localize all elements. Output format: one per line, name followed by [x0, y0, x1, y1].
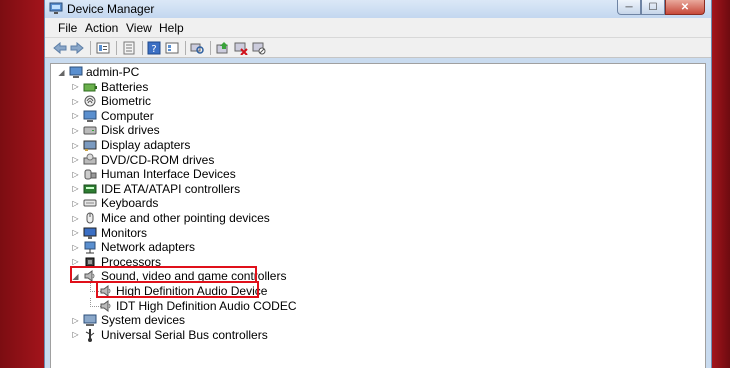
tree-item-label: System devices [101, 313, 186, 328]
tree-root[interactable]: ◢ admin-PC [51, 65, 705, 79]
disk-drive-icon [83, 126, 97, 135]
dvd-drive-icon [83, 153, 97, 165]
expand-arrow-icon[interactable]: ▷ [71, 111, 80, 121]
disable-icon[interactable] [251, 40, 267, 56]
mouse-icon [86, 212, 94, 224]
menu-action[interactable]: Action [85, 21, 118, 35]
expand-arrow-icon[interactable]: ▷ [71, 213, 80, 223]
network-adapter-icon [84, 241, 96, 254]
expand-arrow-icon[interactable]: ▷ [71, 242, 80, 252]
background-left [0, 0, 44, 368]
device-manager-window: Device Manager ─ ☐ ✕ File Action View He… [44, 0, 712, 368]
tree-category[interactable]: ▷ Network adapters [51, 240, 705, 254]
expand-arrow-icon[interactable]: ▷ [71, 315, 80, 325]
computer-icon [69, 66, 83, 78]
menu-view[interactable]: View [126, 21, 152, 35]
expand-arrow-icon[interactable]: ▷ [71, 228, 80, 238]
background-right [712, 0, 730, 368]
tree-category[interactable]: ▷ Disk drives [51, 123, 705, 137]
tree-category[interactable]: ▷ Biometric [51, 94, 705, 108]
expand-arrow-icon[interactable]: ▷ [71, 96, 80, 106]
maximize-button[interactable]: ☐ [641, 0, 665, 15]
tree-item-label: DVD/CD-ROM drives [101, 152, 215, 167]
tree-item-label: Keyboards [101, 196, 159, 211]
tree-category[interactable]: ▷ Mice and other pointing devices [51, 211, 705, 225]
tree-item-label: Mice and other pointing devices [101, 211, 270, 225]
tree-item-label: Computer [101, 108, 154, 123]
hid-icon [84, 169, 97, 180]
expand-arrow-icon[interactable]: ▷ [71, 125, 80, 135]
view-icon[interactable] [164, 40, 180, 56]
tree-category[interactable]: ▷ Universal Serial Bus controllers [51, 328, 705, 342]
tree-item-label: Biometric [101, 94, 152, 109]
show-hide-icon[interactable] [121, 40, 137, 56]
system-devices-icon [83, 314, 97, 327]
tree-item-label: Disk drives [101, 123, 160, 138]
title-bar[interactable]: Device Manager ─ ☐ ✕ [45, 0, 711, 18]
display-adapter-icon [83, 140, 97, 151]
tree-category[interactable]: ▷ DVD/CD-ROM drives [51, 153, 705, 167]
window-title: Device Manager [67, 2, 155, 16]
close-button[interactable]: ✕ [665, 0, 705, 15]
scan-hardware-icon[interactable] [189, 40, 205, 56]
expand-arrow-icon[interactable]: ▷ [71, 198, 80, 208]
tree-item-label: Network adapters [101, 240, 196, 255]
tree-item-label: Monitors [101, 225, 148, 240]
expand-arrow-icon[interactable]: ▷ [71, 169, 80, 179]
computer-icon [83, 110, 97, 122]
tree-item-label: admin-PC [86, 65, 140, 79]
keyboard-icon [83, 199, 97, 207]
tree-device[interactable]: IDT High Definition Audio CODEC [51, 299, 705, 313]
properties-icon[interactable] [95, 40, 111, 56]
tree-item-label: Display adapters [101, 138, 191, 152]
tree-item-label: IDT High Definition Audio CODEC [116, 298, 297, 313]
tree-category[interactable]: ▷ Display adapters [51, 138, 705, 152]
highlight-box [96, 281, 259, 298]
tree-item-label: Human Interface Devices [101, 167, 236, 182]
tree-category[interactable]: ▷ System devices [51, 313, 705, 327]
tree-category[interactable]: ▷ IDE ATA/ATAPI controllers [51, 182, 705, 196]
minimize-button[interactable]: ─ [617, 0, 641, 15]
battery-icon [83, 83, 97, 92]
back-icon[interactable] [52, 40, 68, 56]
tree-category[interactable]: ▷ Monitors [51, 226, 705, 240]
forward-icon[interactable] [69, 40, 85, 56]
expand-arrow-icon[interactable]: ▷ [71, 330, 80, 340]
usb-icon [85, 328, 95, 342]
tree-item-label: IDE ATA/ATAPI controllers [101, 181, 241, 196]
tree-category[interactable]: ▷ Computer [51, 109, 705, 123]
monitor-icon [83, 227, 97, 239]
help-icon[interactable]: ? [146, 40, 162, 56]
ide-controller-icon [83, 184, 97, 194]
tree-category[interactable]: ▷ Human Interface Devices [51, 167, 705, 181]
menu-bar: File Action View Help [45, 18, 711, 38]
toolbar: ? [45, 38, 711, 58]
tree-item-label: Universal Serial Bus controllers [101, 327, 268, 342]
menu-file[interactable]: File [58, 21, 77, 35]
tree-item-label: Batteries [101, 79, 149, 94]
svg-text:?: ? [151, 44, 156, 55]
speaker-icon [100, 299, 111, 312]
update-driver-icon[interactable] [215, 40, 231, 56]
expand-arrow-icon[interactable]: ▷ [71, 155, 80, 165]
tree-category[interactable]: ▷ Keyboards [51, 196, 705, 210]
expand-arrow-icon[interactable]: ▷ [71, 257, 80, 267]
device-manager-icon [49, 2, 63, 14]
tree-category[interactable]: ▷ Batteries [51, 80, 705, 94]
uninstall-icon[interactable] [233, 40, 249, 56]
device-tree[interactable]: ◢ admin-PC ▷ Batteries ▷ Biometric ▷ Computer ▷ D… [50, 63, 706, 368]
biometric-icon [84, 95, 96, 107]
menu-help[interactable]: Help [159, 21, 184, 35]
collapse-arrow-icon[interactable]: ◢ [57, 67, 66, 77]
expand-arrow-icon[interactable]: ▷ [71, 184, 80, 194]
expand-arrow-icon[interactable]: ▷ [71, 82, 80, 92]
expand-arrow-icon[interactable]: ▷ [71, 140, 80, 150]
